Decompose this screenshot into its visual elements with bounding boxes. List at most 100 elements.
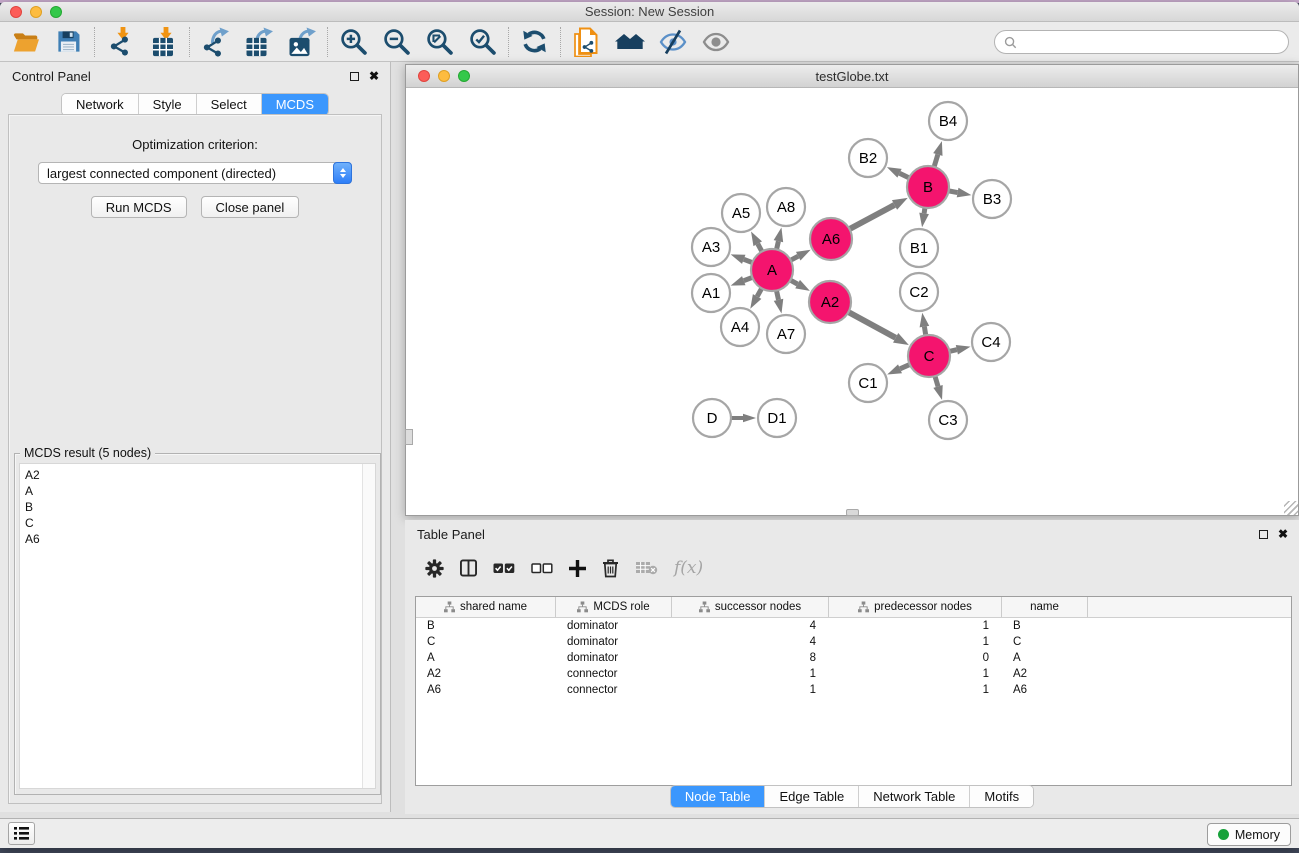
mcds-result-item[interactable]: A6 bbox=[25, 531, 362, 547]
network-minimize-button[interactable] bbox=[438, 70, 450, 82]
column-header-MCDS-role[interactable]: MCDS role bbox=[556, 597, 672, 617]
run-mcds-button[interactable]: Run MCDS bbox=[91, 196, 187, 218]
search-input[interactable] bbox=[1022, 35, 1279, 49]
tab-edge-table[interactable]: Edge Table bbox=[765, 786, 859, 807]
tab-mcds[interactable]: MCDS bbox=[262, 94, 328, 115]
tab-network[interactable]: Network bbox=[62, 94, 139, 115]
delete-column-button[interactable] bbox=[602, 558, 619, 578]
eye-slash-icon bbox=[659, 29, 687, 55]
network-window-titlebar: testGlobe.txt bbox=[406, 65, 1298, 88]
zoom-selected-button[interactable] bbox=[461, 25, 504, 59]
graph-node-label: B3 bbox=[983, 191, 1001, 208]
graph-node-label: C4 bbox=[981, 334, 1000, 351]
network-zoom-button[interactable] bbox=[458, 70, 470, 82]
table-row[interactable]: Cdominator41C bbox=[416, 634, 1291, 650]
close-window-button[interactable] bbox=[10, 6, 22, 18]
add-column-button[interactable] bbox=[569, 560, 586, 577]
table-row[interactable]: A6connector11A6 bbox=[416, 682, 1291, 698]
column-header-predecessor-nodes[interactable]: predecessor nodes bbox=[829, 597, 1002, 617]
import-table-button[interactable] bbox=[142, 25, 185, 59]
table-cell: 1 bbox=[829, 668, 1002, 680]
first-neighbors-button[interactable] bbox=[608, 25, 651, 59]
task-history-button[interactable] bbox=[8, 822, 35, 845]
search-field[interactable] bbox=[994, 30, 1289, 54]
column-header-successor-nodes[interactable]: successor nodes bbox=[672, 597, 829, 617]
mcds-result-item[interactable]: A2 bbox=[25, 467, 362, 483]
tab-network-table[interactable]: Network Table bbox=[859, 786, 970, 807]
graph-edge-arrow bbox=[933, 141, 942, 156]
graph-edge-A6-B[interactable] bbox=[848, 205, 895, 230]
tab-motifs[interactable]: Motifs bbox=[970, 786, 1033, 807]
result-scrollbar[interactable] bbox=[362, 464, 375, 788]
close-panel-button[interactable]: Close panel bbox=[201, 196, 300, 218]
bottom-splitter-grip[interactable] bbox=[846, 509, 859, 516]
network-close-button[interactable] bbox=[418, 70, 430, 82]
tab-node-table[interactable]: Node Table bbox=[671, 786, 766, 807]
save-session-button[interactable] bbox=[47, 25, 90, 59]
zoom-out-button[interactable] bbox=[375, 25, 418, 59]
window-resize-grip[interactable] bbox=[1284, 501, 1298, 515]
network-canvas[interactable]: AA1A2A3A4A5A6A7A8BB1B2B3B4CC1C2C3C4DD1 bbox=[406, 88, 1298, 515]
table-cell: A2 bbox=[1002, 668, 1088, 680]
left-splitter-grip[interactable] bbox=[405, 429, 413, 445]
tab-select[interactable]: Select bbox=[197, 94, 262, 115]
window-title: Session: New Session bbox=[585, 4, 714, 19]
plus-icon bbox=[569, 560, 586, 577]
column-preferences-button[interactable] bbox=[460, 559, 477, 577]
table-row[interactable]: Adominator80A bbox=[416, 650, 1291, 666]
mcds-result-item[interactable]: B bbox=[25, 499, 362, 515]
zoom-in-button[interactable] bbox=[332, 25, 375, 59]
column-header-name[interactable]: name bbox=[1002, 597, 1088, 617]
table-cell: 1 bbox=[672, 668, 829, 680]
table-cell: connector bbox=[556, 668, 672, 680]
import-network-button[interactable] bbox=[99, 25, 142, 59]
save-floppy-icon bbox=[55, 28, 82, 55]
status-bar: Memory bbox=[0, 818, 1299, 848]
memory-button[interactable]: Memory bbox=[1207, 823, 1291, 846]
table-cell: connector bbox=[556, 684, 672, 696]
float-panel-icon[interactable] bbox=[350, 72, 359, 81]
float-table-panel-icon[interactable] bbox=[1259, 530, 1268, 539]
column-header-shared-name[interactable]: shared name bbox=[416, 597, 556, 617]
network-from-selection-button[interactable] bbox=[565, 25, 608, 59]
table-settings-button[interactable] bbox=[425, 559, 444, 578]
table-panel: Table Panel ✖ f(x) shared nameMCDS roles… bbox=[405, 520, 1299, 814]
hide-selected-button[interactable] bbox=[651, 25, 694, 59]
tab-style[interactable]: Style bbox=[139, 94, 197, 115]
mcds-result-item[interactable]: C bbox=[25, 515, 362, 531]
toolbar-separator bbox=[508, 27, 509, 57]
table-row[interactable]: A2connector11A2 bbox=[416, 666, 1291, 682]
table-cell: dominator bbox=[556, 620, 672, 632]
attribute-icon bbox=[577, 601, 588, 613]
export-table-button[interactable] bbox=[237, 25, 280, 59]
memory-status-icon bbox=[1218, 829, 1229, 840]
refresh-network-button[interactable] bbox=[513, 25, 556, 59]
graph-node-label: B4 bbox=[939, 113, 957, 130]
minimize-window-button[interactable] bbox=[30, 6, 42, 18]
export-network-button[interactable] bbox=[194, 25, 237, 59]
graph-edge-arrow bbox=[774, 227, 784, 242]
graph-edge-arrow bbox=[887, 364, 902, 374]
mcds-result-group: MCDS result (5 nodes) A2ABCA6 bbox=[14, 453, 381, 795]
table-row[interactable]: Bdominator41B bbox=[416, 618, 1291, 634]
export-image-button[interactable] bbox=[280, 25, 323, 59]
close-table-panel-icon[interactable]: ✖ bbox=[1278, 528, 1288, 540]
graph-node-label: C2 bbox=[909, 284, 928, 301]
graph-edge-arrow bbox=[956, 345, 971, 355]
zoom-fit-button[interactable] bbox=[418, 25, 461, 59]
select-all-button[interactable] bbox=[493, 563, 515, 574]
open-file-button[interactable] bbox=[4, 25, 47, 59]
close-panel-icon[interactable]: ✖ bbox=[369, 70, 379, 82]
zoom-in-icon bbox=[340, 28, 367, 55]
mcds-result-item[interactable]: A bbox=[25, 483, 362, 499]
deselect-all-button[interactable] bbox=[531, 563, 553, 574]
graph-edge-arrow bbox=[743, 414, 756, 423]
zoom-window-button[interactable] bbox=[50, 6, 62, 18]
graph-node-label: C1 bbox=[858, 375, 877, 392]
graph-edge-A2-C[interactable] bbox=[847, 311, 896, 338]
export-network-icon bbox=[201, 27, 231, 57]
control-panel: Control Panel ✖ NetworkStyleSelectMCDS O… bbox=[0, 62, 391, 812]
criterion-dropdown[interactable]: largest connected component (directed) bbox=[38, 162, 352, 184]
table-cell: A bbox=[1002, 652, 1088, 664]
show-all-button[interactable] bbox=[694, 25, 737, 59]
